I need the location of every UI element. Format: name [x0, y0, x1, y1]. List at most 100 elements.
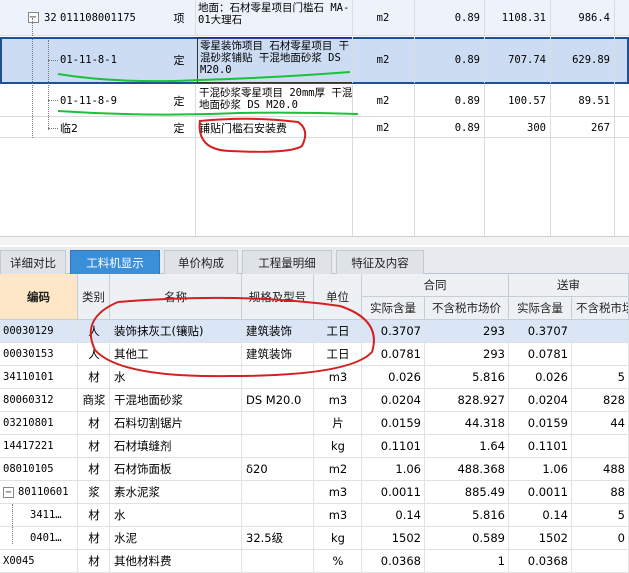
- table-row[interactable]: 08010105 材石材饰面板 δ20 m2 1.06 488.368 1.06 488: [0, 458, 629, 481]
- row-price: 707.74: [508, 54, 546, 66]
- grid-header: 编码 类别 名称 规格及型号 单位 合同 送审 实际含量 不含税市场价 实际含量…: [0, 274, 629, 320]
- cell-name: 石材饰面板: [114, 462, 172, 476]
- cell-actual-qty: 1502: [391, 531, 421, 545]
- table-row[interactable]: 00030153 人其他工 建筑装饰 工日 0.0781 293 0.0781: [0, 343, 629, 366]
- cell-unit: m2: [328, 462, 348, 476]
- row-qty: 0.89: [454, 121, 480, 134]
- cell-actual-qty: 0.0368: [380, 554, 421, 568]
- cell-name: 石料切割锯片: [114, 416, 183, 430]
- row-type: 定: [173, 54, 185, 67]
- cell-category: 材: [88, 554, 100, 568]
- header-category[interactable]: 类别: [78, 274, 110, 320]
- row-total: 629.89: [572, 54, 610, 66]
- collapse-cell[interactable]: −: [24, 0, 42, 35]
- cell-unit: %: [332, 554, 344, 568]
- tab-detail-compare[interactable]: 详细对比: [0, 250, 66, 274]
- cell-name: 水: [114, 508, 126, 522]
- table-row[interactable]: 临2 定 铺贴门槛石安装费 m2 0.89 300 267: [0, 118, 629, 138]
- cell-spec: 32.5级: [246, 531, 284, 545]
- table-row[interactable]: 03210801 材石料切割锯片 片 0.0159 44.318 0.0159 44: [0, 412, 629, 435]
- horizontal-scrollbar[interactable]: [0, 236, 629, 245]
- cell-category: 材: [88, 531, 100, 545]
- cell-code: 34110101: [3, 371, 54, 383]
- cell-unit: m3: [328, 485, 348, 499]
- row-code: 临2: [60, 121, 78, 135]
- row-code: 011108001175: [60, 11, 136, 24]
- table-row[interactable]: 0401… 材水泥 32.5级 kg 1502 0.589 1502 0: [0, 527, 629, 550]
- tab-price-composition[interactable]: 单价构成: [164, 250, 238, 274]
- cell-actual-qty-review: 0.0368: [527, 554, 568, 568]
- cell-market-price: 293: [483, 324, 505, 338]
- row-code: 01-11-8-1: [60, 54, 117, 66]
- cell-actual-qty: 0.0011: [380, 485, 421, 499]
- table-row[interactable]: 80060312 商浆 干混地面砂浆 DS M20.0 m3 0.0204 828.927 0…: [0, 389, 629, 412]
- collapse-icon[interactable]: −: [3, 486, 14, 498]
- tab-features[interactable]: 特征及内容: [336, 250, 424, 274]
- table-row[interactable]: 3411… 材水 m3 0.14 5.816 0.14 5: [0, 504, 629, 527]
- table-row[interactable]: − 32 011108001175 项 地面：石材零星项目门槛石 MA-01大理…: [0, 0, 629, 36]
- cell-unit: 片: [332, 416, 344, 430]
- row-qty: 0.89: [454, 11, 480, 24]
- tab-quantity-detail[interactable]: 工程量明细: [242, 250, 332, 274]
- header-actual-qty[interactable]: 实际含量: [362, 297, 425, 320]
- table-row[interactable]: −80110601 浆素水泥浆 m3 0.0011 885.49 0.0011 88: [0, 481, 629, 504]
- cell-market-price-review: 44: [610, 416, 625, 430]
- row-qty: 0.89: [454, 94, 480, 107]
- header-name[interactable]: 名称: [110, 274, 242, 320]
- header-actual-qty-review[interactable]: 实际含量: [509, 297, 572, 320]
- table-row[interactable]: 14417221 材石材填缝剂 kg 0.1101 1.64 0.1101: [0, 435, 629, 458]
- cell-market-price-review: [572, 343, 629, 365]
- cell-category: 材: [88, 370, 100, 384]
- cell-market-price-review: 828: [603, 393, 625, 407]
- cell-actual-qty-review: 1.06: [542, 462, 568, 476]
- row-unit: m2: [376, 11, 390, 24]
- cell-market-price-review: [572, 550, 629, 572]
- row-unit: m2: [376, 121, 390, 134]
- cell-spec: 建筑装饰: [246, 347, 292, 361]
- table-row[interactable]: 34110101 材水 m3 0.026 5.816 0.026 5: [0, 366, 629, 389]
- table-row[interactable]: X0045 材其他材料费% 0.0368 1 0.0368: [0, 550, 629, 573]
- cell-actual-qty: 0.026: [388, 370, 421, 384]
- row-type: 定: [173, 121, 185, 135]
- cell-code: 00030153: [3, 348, 54, 360]
- header-market-price[interactable]: 不含税市场价: [425, 297, 509, 320]
- cell-unit: 工日: [326, 324, 350, 338]
- row-price: 1108.31: [501, 11, 546, 24]
- cell-actual-qty: 0.3707: [380, 324, 421, 338]
- row-type: 定: [173, 94, 185, 108]
- header-code[interactable]: 编码: [0, 274, 78, 320]
- cell-name: 装饰抹灰工(镶贴): [114, 324, 204, 338]
- cell-actual-qty: 0.0159: [380, 416, 421, 430]
- row-total: 89.51: [578, 94, 610, 107]
- header-unit[interactable]: 单位: [314, 274, 362, 320]
- table-row[interactable]: 01-11-8-9 定 干混砂浆零星项目 20mm厚 干混地面砂浆 DS M20…: [0, 85, 629, 117]
- cell-actual-qty-review: 0.0204: [527, 393, 568, 407]
- collapse-icon[interactable]: −: [27, 12, 39, 23]
- material-grid: 编码 类别 名称 规格及型号 单位 合同 送审 实际含量 不含税市场价 实际含量…: [0, 274, 629, 573]
- cell-spec: 建筑装饰: [246, 324, 292, 338]
- row-qty: 0.89: [454, 54, 480, 66]
- cell-spec: δ20: [246, 462, 268, 476]
- cell-actual-qty-review: 0.0781: [527, 347, 568, 361]
- cell-name: 素水泥浆: [114, 485, 160, 499]
- row-unit: m2: [376, 54, 390, 66]
- cell-market-price: 44.318: [464, 416, 505, 430]
- cell-market-price: 1.64: [479, 439, 505, 453]
- header-market-price-review[interactable]: 不含税市场价: [572, 297, 629, 320]
- cell-spec: [242, 481, 314, 503]
- cell-actual-qty: 0.0204: [380, 393, 421, 407]
- cell-spec: [242, 412, 314, 434]
- cell-category: 材: [88, 462, 100, 476]
- cell-market-price: 885.49: [464, 485, 505, 499]
- cell-name: 水泥: [114, 531, 137, 545]
- table-row-selected[interactable]: 01-11-8-1 定 零星装饰项目 石材零星项目 干混砂浆铺贴 干混地面砂浆 …: [0, 37, 629, 84]
- cell-name: 水: [114, 370, 126, 384]
- cell-market-price-review: [572, 435, 629, 457]
- header-spec[interactable]: 规格及型号: [242, 274, 314, 320]
- table-row[interactable]: 00030129 人装饰抹灰工(镶贴) 建筑装饰 工日 0.3707 293 0.3707: [0, 320, 629, 343]
- cell-spec: [242, 435, 314, 457]
- tab-material-display[interactable]: 工料机显示: [70, 250, 160, 274]
- row-unit: m2: [376, 94, 390, 107]
- cell-spec: [242, 504, 314, 526]
- cell-actual-qty-review: 1502: [538, 531, 568, 545]
